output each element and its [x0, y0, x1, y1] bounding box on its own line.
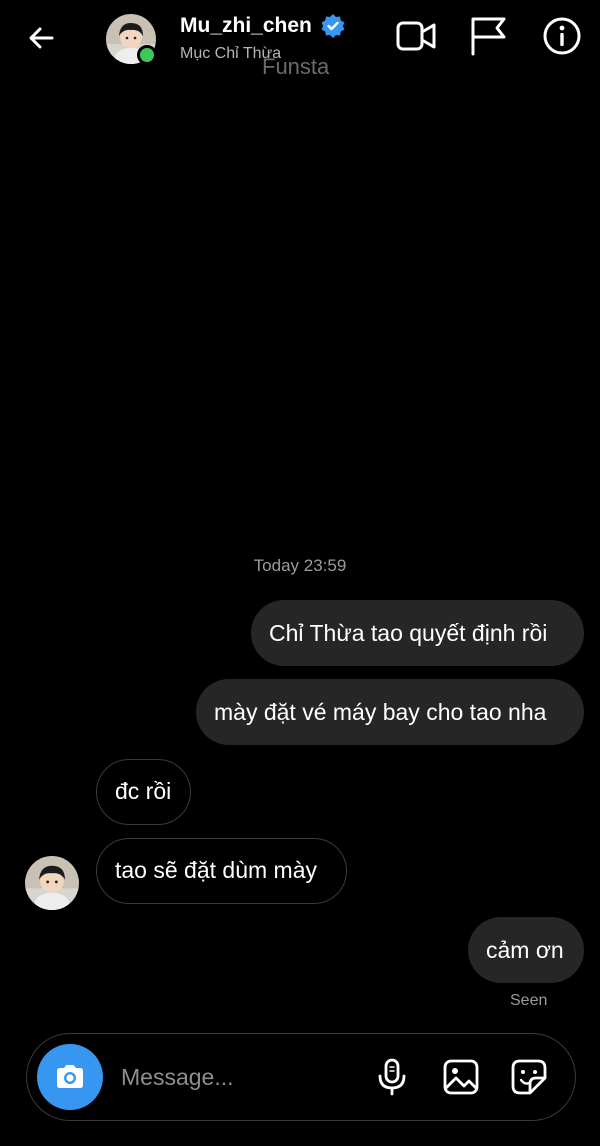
video-call-icon — [396, 21, 436, 51]
gallery-button[interactable] — [440, 1056, 482, 1098]
camera-button[interactable] — [37, 1044, 103, 1110]
verified-badge-icon — [321, 14, 345, 38]
info-icon — [543, 17, 581, 55]
seen-status: Seen — [510, 992, 548, 1009]
gallery-icon — [443, 1059, 479, 1095]
sticker-icon — [511, 1059, 547, 1095]
message-incoming[interactable]: đc rồi — [96, 759, 191, 825]
online-status-dot — [137, 45, 157, 65]
message-input[interactable] — [121, 1060, 361, 1094]
back-arrow-icon — [29, 27, 54, 49]
sender-avatar[interactable] — [25, 856, 79, 910]
chat-header: Mu_zhi_chen Mục Chỉ Thừa Funsta — [0, 0, 600, 80]
message-outgoing[interactable]: Chỉ Thừa tao quyết định rồi — [251, 600, 584, 666]
message-composer — [26, 1033, 576, 1121]
info-button[interactable] — [540, 14, 584, 58]
video-call-button[interactable] — [394, 14, 438, 58]
report-button[interactable] — [466, 14, 510, 58]
overlay-text: Funsta — [262, 54, 330, 79]
avatar-image — [25, 856, 79, 910]
voice-message-button[interactable] — [371, 1056, 413, 1098]
camera-icon — [57, 1065, 83, 1088]
back-button[interactable] — [22, 18, 62, 58]
microphone-icon — [378, 1058, 406, 1096]
message-outgoing[interactable]: mày đặt vé máy bay cho tao nha — [196, 679, 584, 745]
message-outgoing[interactable]: cảm ơn — [468, 917, 584, 983]
chat-username[interactable]: Mu_zhi_chen — [180, 14, 312, 38]
sticker-button[interactable] — [508, 1056, 550, 1098]
flag-icon — [471, 17, 506, 56]
thread-timestamp: Today 23:59 — [253, 556, 347, 575]
message-incoming[interactable]: tao sẽ đặt dùm mày — [96, 838, 347, 904]
